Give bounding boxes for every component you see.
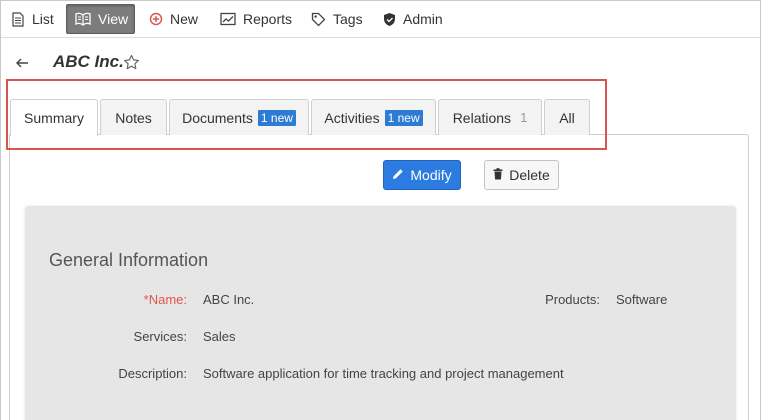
tab-label: Summary: [24, 110, 84, 126]
new-button[interactable]: New: [149, 5, 198, 33]
document-icon: [11, 11, 25, 27]
services-label: Services:: [133, 329, 187, 344]
new-label: New: [170, 11, 199, 27]
tag-icon: [311, 12, 326, 27]
tab-label: Activities: [324, 109, 380, 126]
tab-summary[interactable]: Summary: [10, 99, 98, 136]
tab-label: Documents: [182, 109, 253, 126]
book-icon: [75, 12, 91, 26]
new-badge: 1 new: [257, 109, 296, 126]
description-value: Software application for time tracking a…: [203, 366, 564, 381]
products-value: Software: [616, 292, 668, 307]
trash-icon: [493, 167, 503, 183]
page-title: ABC Inc.: [53, 52, 124, 71]
pencil-icon: [392, 167, 404, 183]
general-info-card: [26, 206, 735, 420]
tab-label: Notes: [115, 109, 152, 126]
shield-icon: [383, 12, 396, 27]
list-button[interactable]: List: [11, 5, 54, 33]
tags-label: Tags: [333, 11, 363, 27]
products-label: Products:: [545, 292, 600, 307]
star-icon[interactable]: [123, 54, 140, 71]
tab-label: Relations: [452, 109, 512, 126]
tab-label: All: [559, 109, 575, 126]
tab-activities[interactable]: Activities 1 new: [311, 99, 436, 135]
list-label: List: [32, 11, 54, 27]
delete-button[interactable]: Delete: [484, 160, 559, 190]
services-value: Sales: [203, 329, 236, 344]
tags-button[interactable]: Tags: [311, 5, 363, 33]
reports-label: Reports: [243, 11, 293, 27]
section-heading: General Information: [49, 250, 209, 270]
modify-button[interactable]: Modify: [383, 160, 461, 190]
plus-circle-icon: [149, 12, 163, 26]
tab-all[interactable]: All: [544, 99, 590, 135]
view-label: View: [98, 11, 129, 27]
admin-label: Admin: [403, 11, 443, 27]
modify-label: Modify: [410, 167, 452, 183]
admin-button[interactable]: Admin: [383, 5, 443, 33]
reports-button[interactable]: Reports: [220, 5, 292, 33]
tab-relations[interactable]: Relations 1: [438, 99, 542, 135]
chart-icon: [220, 12, 236, 26]
name-label: *Name:: [143, 292, 187, 307]
description-label: Description:: [118, 366, 187, 381]
delete-label: Delete: [509, 167, 550, 183]
toolbar: List View New Reports Tags Admin: [0, 0, 761, 38]
view-button[interactable]: View: [66, 4, 135, 34]
back-arrow-icon[interactable]: [14, 55, 30, 71]
count-badge: 1: [520, 110, 528, 125]
tab-documents[interactable]: Documents 1 new: [169, 99, 309, 135]
tab-notes[interactable]: Notes: [100, 99, 167, 135]
name-value: ABC Inc.: [203, 292, 255, 307]
new-badge: 1 new: [384, 109, 423, 126]
